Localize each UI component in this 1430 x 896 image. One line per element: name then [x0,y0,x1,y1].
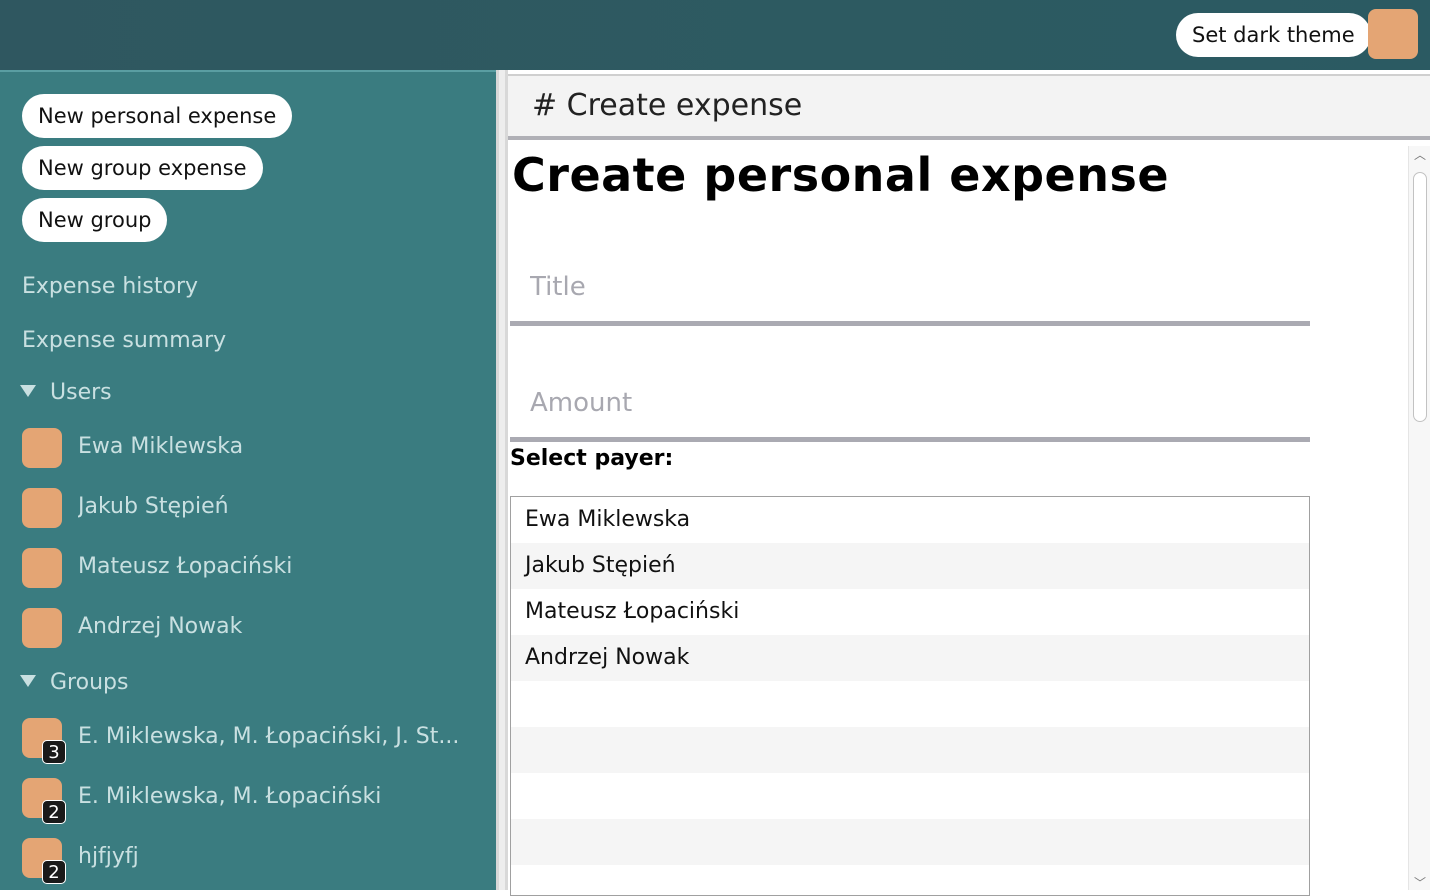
scroll-down-icon[interactable]: ﹀ [1412,876,1428,890]
user-name: Andrzej Nowak [78,614,243,639]
main-panel: # Create expense Create personal expense… [508,70,1430,896]
payer-list[interactable]: Ewa Miklewska Jakub Stępień Mateusz Łopa… [510,496,1310,896]
payer-option[interactable]: Ewa Miklewska [511,497,1309,543]
group-name: hjfjyfj [78,844,139,869]
title-input[interactable] [510,268,1310,326]
payer-option[interactable]: Mateusz Łopaciński [511,589,1309,635]
users-section-toggle[interactable]: Users [20,380,112,405]
caret-down-icon [20,675,36,687]
sidebar-item-group[interactable]: 2 E. Miklewska, M. Łopaciński [22,778,482,824]
user-avatar [22,488,62,528]
group-name: E. Miklewska, M. Łopaciński [78,784,382,809]
user-name: Mateusz Łopaciński [78,554,293,579]
caret-down-icon [20,385,36,397]
select-payer-label: Select payer: [510,446,674,471]
sidebar-item-user[interactable]: Ewa Miklewska [22,428,482,470]
user-avatar [22,608,62,648]
channel-title: # Create expense [532,88,803,123]
payer-option-empty [511,819,1309,865]
sidebar-item-expense-summary[interactable]: Expense summary [22,328,226,353]
group-name: E. Miklewska, M. Łopaciński, J. St... [78,724,460,749]
user-avatar [22,548,62,588]
main-scrollbar[interactable]: ︿ ﹀ [1408,146,1430,890]
payer-option-empty [511,773,1309,819]
payer-option-empty [511,681,1309,727]
sidebar-item-group[interactable]: 2 hjfjyfj [22,838,482,884]
member-count-badge: 2 [42,860,66,884]
set-dark-theme-button[interactable]: Set dark theme [1176,13,1371,57]
groups-heading: Groups [50,670,129,695]
scrollbar-thumb[interactable] [1413,172,1427,422]
new-group-expense-button[interactable]: New group expense [22,146,263,190]
member-count-badge: 3 [42,740,66,764]
current-user-avatar[interactable] [1368,9,1418,59]
amount-input[interactable] [510,384,1310,442]
groups-section-toggle[interactable]: Groups [20,670,128,695]
user-avatar [22,428,62,468]
sidebar-item-user[interactable]: Jakub Stępień [22,488,482,530]
payer-option[interactable]: Jakub Stępień [511,543,1309,589]
new-personal-expense-button[interactable]: New personal expense [22,94,293,138]
users-heading: Users [50,380,112,405]
sidebar-item-user[interactable]: Mateusz Łopaciński [22,548,482,590]
sidebar-item-user[interactable]: Andrzej Nowak [22,608,482,650]
user-name: Jakub Stępień [78,494,229,519]
new-group-button[interactable]: New group [22,198,168,242]
channel-header: # Create expense [508,74,1430,140]
payer-option[interactable]: Andrzej Nowak [511,635,1309,681]
member-count-badge: 2 [42,800,66,824]
user-name: Ewa Miklewska [78,434,244,459]
top-bar: Set dark theme [0,0,1430,70]
panel-resize-handle[interactable] [496,70,508,890]
scroll-up-icon[interactable]: ︿ [1412,148,1428,162]
sidebar-item-group[interactable]: 3 E. Miklewska, M. Łopaciński, J. St... [22,718,482,764]
payer-option-empty [511,727,1309,773]
sidebar-item-expense-history[interactable]: Expense history [22,274,198,299]
page-title: Create personal expense [512,148,1170,202]
sidebar: New personal expense New group expense N… [0,70,496,890]
payer-option-empty [511,865,1309,895]
